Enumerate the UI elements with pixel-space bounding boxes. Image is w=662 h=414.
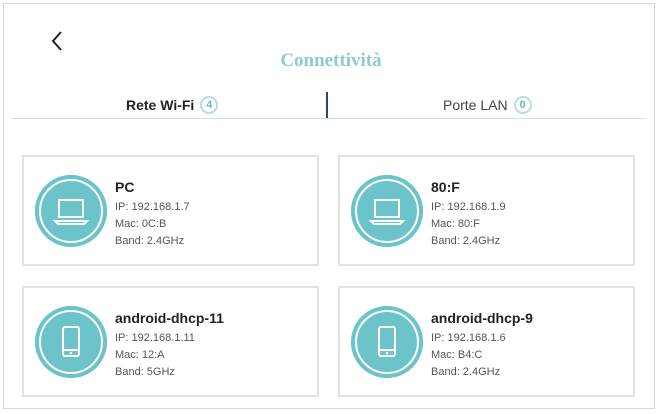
phone-icon [378, 326, 396, 357]
device-band: Band: 5GHz [115, 366, 175, 378]
device-mac: Mac: 80:F [431, 218, 480, 230]
device-info: android-dhcp-11 IP: 192.168.1.11 Mac: 12… [115, 310, 224, 381]
device-ip: IP: 192.168.1.11 [115, 332, 195, 344]
device-info: 80:F IP: 192.168.1.9 Mac: 80:F Band: 2.4… [431, 179, 506, 250]
device-name: PC [115, 179, 135, 195]
device-ip: IP: 192.168.1.7 [115, 201, 190, 213]
tab-wifi-count-badge: 4 [200, 96, 219, 114]
device-info: PC IP: 192.168.1.7 Mac: 0C:B Band: 2.4GH… [115, 179, 190, 250]
device-info: android-dhcp-9 IP: 192.168.1.6 Mac: B4:C… [431, 310, 533, 381]
device-card[interactable]: android-dhcp-11 IP: 192.168.1.11 Mac: 12… [22, 286, 319, 397]
device-band: Band: 2.4GHz [431, 366, 501, 378]
device-card[interactable]: PC IP: 192.168.1.7 Mac: 0C:B Band: 2.4GH… [22, 155, 319, 266]
device-ip: IP: 192.168.1.9 [431, 201, 506, 213]
laptop-icon [52, 199, 90, 225]
device-mac: Mac: 12:A [115, 349, 165, 361]
device-name: 80:F [431, 179, 460, 195]
device-mac: Mac: B4:C [431, 349, 483, 361]
tab-divider [326, 92, 328, 118]
tab-bar: Rete Wi-Fi 4 Porte LAN 0 [12, 92, 646, 119]
device-avatar [351, 306, 423, 378]
device-band: Band: 2.4GHz [115, 235, 185, 247]
tab-lan-count-badge: 0 [513, 96, 532, 114]
phone-icon [62, 326, 80, 357]
device-ip: IP: 192.168.1.6 [431, 332, 506, 344]
tab-wifi-label: Rete Wi-Fi [126, 97, 195, 113]
device-band: Band: 2.4GHz [431, 235, 501, 247]
device-avatar [35, 306, 107, 378]
tab-lan[interactable]: Porte LAN 0 [443, 92, 532, 118]
device-avatar [351, 175, 423, 247]
device-name: android-dhcp-11 [115, 310, 224, 326]
tab-wifi[interactable]: Rete Wi-Fi 4 [126, 92, 219, 118]
device-card[interactable]: android-dhcp-9 IP: 192.168.1.6 Mac: B4:C… [338, 286, 635, 397]
tab-lan-label: Porte LAN [443, 97, 508, 113]
chevron-left-icon [51, 31, 62, 51]
laptop-icon [368, 199, 406, 225]
device-mac: Mac: 0C:B [115, 218, 167, 230]
device-name: android-dhcp-9 [431, 310, 533, 326]
page-title: Connettività [280, 50, 382, 71]
device-card[interactable]: 80:F IP: 192.168.1.9 Mac: 80:F Band: 2.4… [338, 155, 635, 266]
device-avatar [35, 175, 107, 247]
